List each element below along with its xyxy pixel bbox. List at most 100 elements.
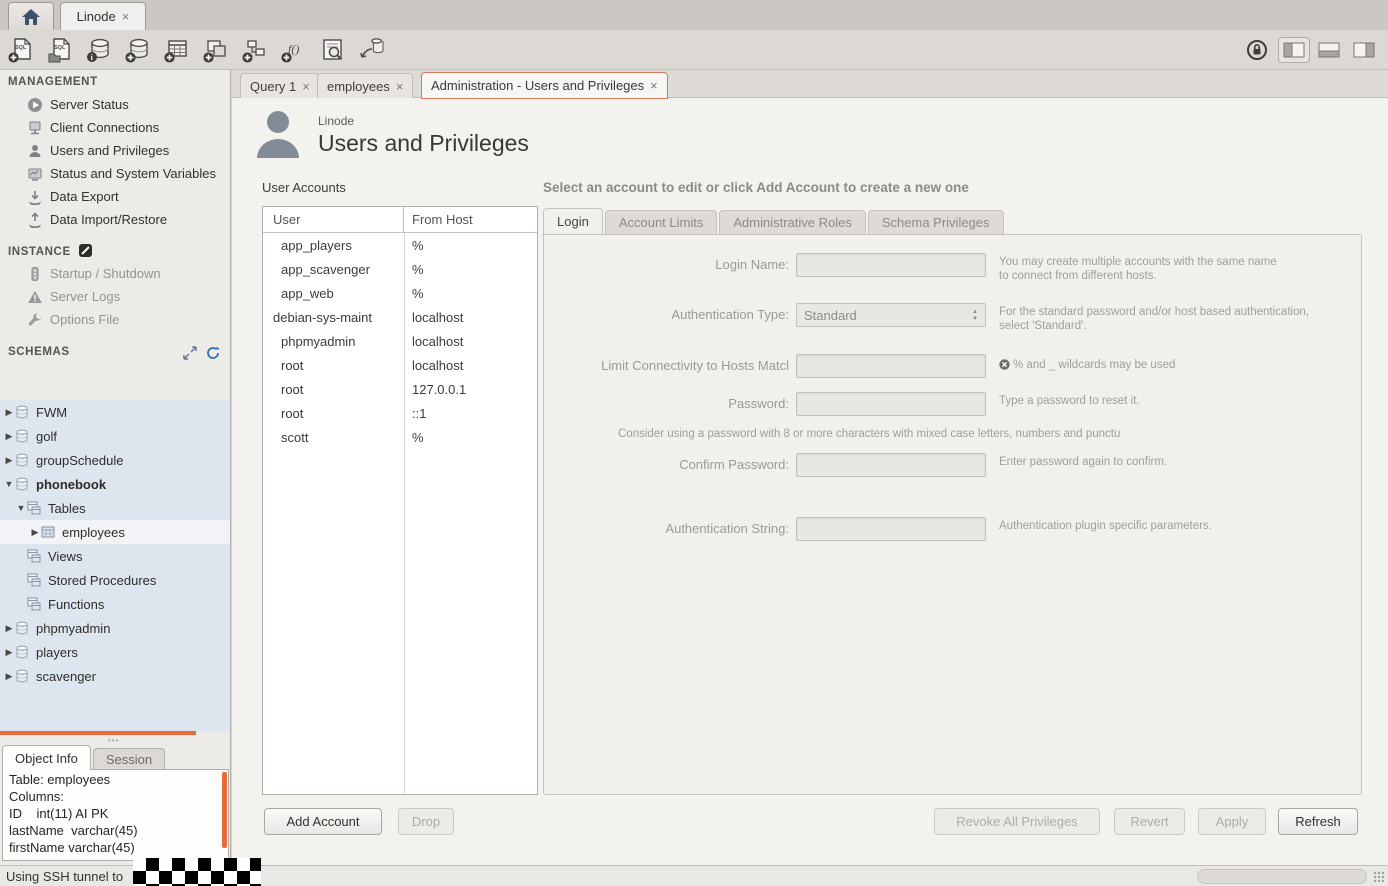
navigator-sidebar: MANAGEMENT Server Status Client Connecti… — [0, 70, 231, 865]
database-info-icon[interactable]: i — [86, 37, 112, 63]
sidebar-item-client-connections[interactable]: Client Connections — [0, 116, 231, 139]
schema-tree-item-phonebook[interactable]: ▼ phonebook — [0, 472, 230, 496]
sidebar-item-status-system-variables[interactable]: Status and System Variables — [0, 162, 231, 185]
close-icon[interactable]: × — [122, 9, 130, 24]
schema-tree-item-views[interactable]: Views — [0, 544, 230, 568]
horizontal-scrollbar[interactable] — [1197, 869, 1367, 884]
table-row[interactable]: root 127.0.0.1 — [263, 377, 537, 401]
select-spinner-icon[interactable]: ▲▼ — [969, 306, 981, 325]
create-view-icon[interactable] — [203, 37, 229, 63]
auth-string-input[interactable] — [796, 517, 986, 541]
tab-administration-users-privileges[interactable]: Administration - Users and Privileges × — [421, 72, 668, 99]
sidebar-item-server-status[interactable]: Server Status — [0, 93, 231, 116]
tab-employees[interactable]: employees × — [317, 73, 413, 98]
reconnect-database-icon[interactable] — [359, 37, 385, 63]
sidebar-item-label: Server Status — [50, 97, 129, 112]
login-name-input[interactable] — [796, 253, 986, 277]
home-tab[interactable] — [8, 2, 54, 30]
schema-tree-item-golf[interactable]: ▶ golf — [0, 424, 230, 448]
expand-arrow-icon[interactable]: ▶ — [4, 647, 14, 658]
expand-arrow-icon[interactable]: ▶ — [4, 623, 14, 634]
resize-grip[interactable] — [1373, 871, 1385, 883]
password-input[interactable] — [796, 392, 986, 416]
schema-tree-item-tables[interactable]: ▼ Tables — [0, 496, 230, 520]
toggle-right-panel-button[interactable] — [1348, 37, 1380, 63]
tab-object-info[interactable]: Object Info — [2, 745, 91, 770]
user-icon — [27, 143, 43, 159]
main-panel: Query 1 × employees × Administration - U… — [232, 70, 1388, 865]
status-bar: Using SSH tunnel to — [0, 865, 1388, 886]
login-name-label: Login Name: — [544, 257, 789, 272]
tab-query-1[interactable]: Query 1 × — [240, 73, 320, 98]
connection-tab-linode[interactable]: Linode × — [60, 2, 146, 30]
inspect-database-icon[interactable] — [320, 37, 346, 63]
left-panel-icon — [1283, 42, 1305, 58]
toggle-left-panel-button[interactable] — [1278, 37, 1310, 63]
auth-type-select[interactable]: Standard ▲▼ — [796, 303, 986, 327]
expand-arrow-icon[interactable]: ▶ — [4, 431, 14, 442]
sidebar-item-options-file[interactable]: Options File — [0, 308, 231, 331]
user-accounts-label: User Accounts — [262, 180, 346, 195]
expand-arrow-icon[interactable]: ▶ — [4, 455, 14, 466]
schema-tree-item-stored-procedures[interactable]: Stored Procedures — [0, 568, 230, 592]
table-row[interactable]: app_scavenger % — [263, 257, 537, 281]
apply-button[interactable]: Apply — [1198, 808, 1266, 835]
table-row[interactable]: debian-sys-maint localhost — [263, 305, 537, 329]
table-row[interactable]: app_players % — [263, 233, 537, 257]
create-function-icon[interactable]: f() — [281, 37, 307, 63]
confirm-password-input[interactable] — [796, 453, 986, 477]
expand-arrow-icon[interactable]: ▶ — [4, 671, 14, 682]
drop-button[interactable]: Drop — [398, 808, 454, 835]
table-row[interactable]: root localhost — [263, 353, 537, 377]
add-account-button[interactable]: Add Account — [264, 808, 382, 835]
tab-account-limits[interactable]: Account Limits — [605, 210, 718, 234]
tab-administrative-roles[interactable]: Administrative Roles — [719, 210, 866, 234]
sidebar-item-users-and-privileges[interactable]: Users and Privileges — [0, 139, 231, 162]
table-row[interactable]: app_web % — [263, 281, 537, 305]
schema-tree-item-employees[interactable]: ▶ employees — [0, 520, 230, 544]
object-info-scrollbar[interactable] — [222, 772, 227, 848]
expand-schemas-icon[interactable] — [183, 346, 197, 360]
schema-tree-item-phpmyadmin[interactable]: ▶ phpmyadmin — [0, 616, 230, 640]
refresh-schemas-icon[interactable] — [206, 346, 220, 360]
close-icon[interactable]: × — [650, 78, 658, 93]
expand-arrow-icon[interactable]: ▶ — [30, 527, 40, 538]
close-icon[interactable]: × — [396, 79, 404, 94]
sidebar-item-data-import-restore[interactable]: Data Import/Restore — [0, 208, 231, 231]
table-row[interactable]: root ::1 — [263, 401, 537, 425]
collapse-arrow-icon[interactable]: ▼ — [4, 479, 14, 489]
tab-session[interactable]: Session — [93, 748, 165, 770]
revert-button[interactable]: Revert — [1114, 808, 1185, 835]
sidebar-item-data-export[interactable]: Data Export — [0, 185, 231, 208]
schema-tree-item-scavenger[interactable]: ▶ scavenger — [0, 664, 230, 688]
create-table-icon[interactable] — [164, 37, 190, 63]
create-schema-icon[interactable] — [125, 37, 151, 63]
sidebar-item-startup-shutdown[interactable]: Startup / Shutdown — [0, 262, 231, 285]
tab-schema-privileges[interactable]: Schema Privileges — [868, 210, 1004, 234]
tab-login[interactable]: Login — [543, 208, 603, 234]
toggle-bottom-panel-button[interactable] — [1313, 37, 1345, 63]
table-row[interactable]: scott % — [263, 425, 537, 449]
schema-tree-item-fwm[interactable]: ▶ FWM — [0, 400, 230, 424]
schema-tree-item-functions[interactable]: Functions — [0, 592, 230, 616]
create-procedure-icon[interactable] — [242, 37, 268, 63]
schema-tree-item-groupschedule[interactable]: ▶ groupSchedule — [0, 448, 230, 472]
object-info-line: lastName varchar(45) — [9, 822, 222, 839]
sidebar-item-server-logs[interactable]: Server Logs — [0, 285, 231, 308]
lock-status-icon[interactable] — [1246, 39, 1268, 61]
refresh-button[interactable]: Refresh — [1278, 808, 1358, 835]
close-icon[interactable]: × — [302, 79, 310, 94]
schema-tree-item-players[interactable]: ▶ players — [0, 640, 230, 664]
bottom-panel-icon — [1318, 42, 1340, 58]
expand-arrow-icon[interactable]: ▶ — [4, 407, 14, 418]
table-row[interactable]: phpmyadmin localhost — [263, 329, 537, 353]
limit-hosts-input[interactable] — [796, 354, 986, 378]
revoke-all-privileges-button[interactable]: Revoke All Privileges — [934, 808, 1100, 835]
open-sql-file-icon[interactable]: SQL — [47, 37, 73, 63]
tree-scroll-indicator[interactable] — [0, 731, 196, 735]
new-sql-tab-icon[interactable]: SQL — [8, 37, 34, 63]
column-header-user[interactable]: User — [263, 207, 404, 233]
panel-splitter[interactable]: ••• — [108, 736, 124, 742]
column-header-from-host[interactable]: From Host — [404, 212, 473, 227]
collapse-arrow-icon[interactable]: ▼ — [16, 503, 26, 513]
